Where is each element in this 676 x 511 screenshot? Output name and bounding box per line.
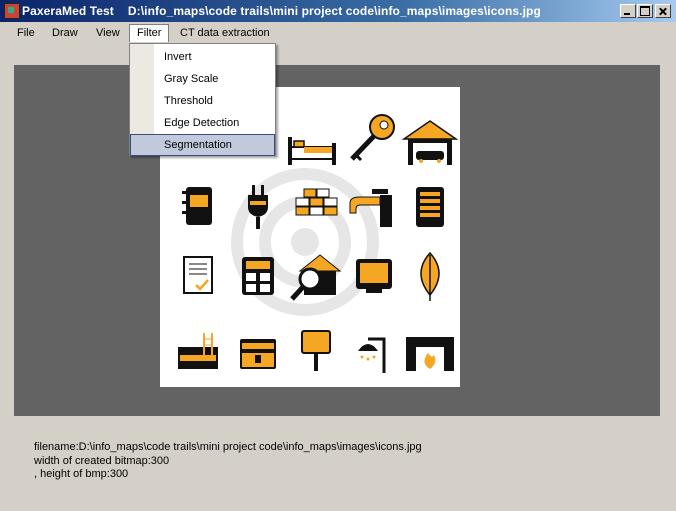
shower-icon bbox=[358, 337, 386, 373]
house-search-icon bbox=[290, 254, 342, 301]
leaf-icon bbox=[420, 251, 440, 301]
filter-dropdown-menu: Invert Gray Scale Threshold Edge Detecti… bbox=[129, 43, 276, 156]
document-check-icon bbox=[183, 256, 213, 294]
menu-bar: File Draw View Filter CT data extraction bbox=[0, 23, 676, 43]
bed-icon bbox=[288, 137, 336, 165]
key-icon bbox=[350, 114, 395, 162]
file-path: D:\info_maps\code trails\mini project co… bbox=[127, 4, 541, 18]
treasure-chest-icon bbox=[240, 339, 276, 369]
menu-item-threshold[interactable]: Threshold bbox=[130, 90, 275, 112]
menu-item-edge-detection[interactable]: Edge Detection bbox=[130, 112, 275, 134]
power-plug-icon bbox=[248, 185, 268, 229]
menu-view[interactable]: View bbox=[89, 25, 127, 42]
status-info: filename:D:\info_maps\code trails\mini p… bbox=[34, 441, 422, 482]
title-bar: PaxeraMed Test D:\info_maps\code trails\m… bbox=[0, 0, 676, 22]
bricks-icon bbox=[295, 188, 338, 216]
bitmap-height-label: , height of bmp:300 bbox=[34, 468, 129, 480]
garage-car-icon bbox=[401, 120, 459, 165]
notebook-icon bbox=[182, 187, 212, 225]
menu-ct-data-extraction[interactable]: CT data extraction bbox=[173, 25, 277, 42]
maximize-button[interactable] bbox=[637, 4, 653, 18]
menu-draw[interactable]: Draw bbox=[45, 25, 85, 42]
faucet-icon bbox=[349, 189, 392, 227]
menu-item-invert[interactable]: Invert bbox=[130, 46, 275, 68]
television-icon bbox=[356, 259, 392, 293]
fireplace-icon bbox=[406, 337, 454, 371]
minimize-button[interactable] bbox=[620, 4, 636, 18]
radiator-icon bbox=[416, 187, 444, 227]
menu-item-segmentation[interactable]: Segmentation bbox=[130, 134, 275, 156]
calculator-icon bbox=[242, 257, 274, 295]
app-icon[interactable] bbox=[4, 3, 20, 19]
window-title: PaxeraMed Test D:\info_maps\code trails\m… bbox=[22, 4, 541, 18]
app-name: PaxeraMed Test bbox=[22, 4, 114, 18]
menu-filter[interactable]: Filter bbox=[129, 24, 170, 42]
signpost-icon bbox=[301, 330, 331, 371]
close-button[interactable] bbox=[655, 4, 671, 18]
filename-label: filename:D:\info_maps\code trails\mini p… bbox=[34, 441, 422, 453]
bitmap-width-label: width of created bitmap:300 bbox=[34, 454, 170, 467]
toolbox-ladder-icon bbox=[178, 333, 218, 369]
menu-item-gray-scale[interactable]: Gray Scale bbox=[130, 68, 275, 90]
menu-file[interactable]: File bbox=[10, 25, 42, 42]
